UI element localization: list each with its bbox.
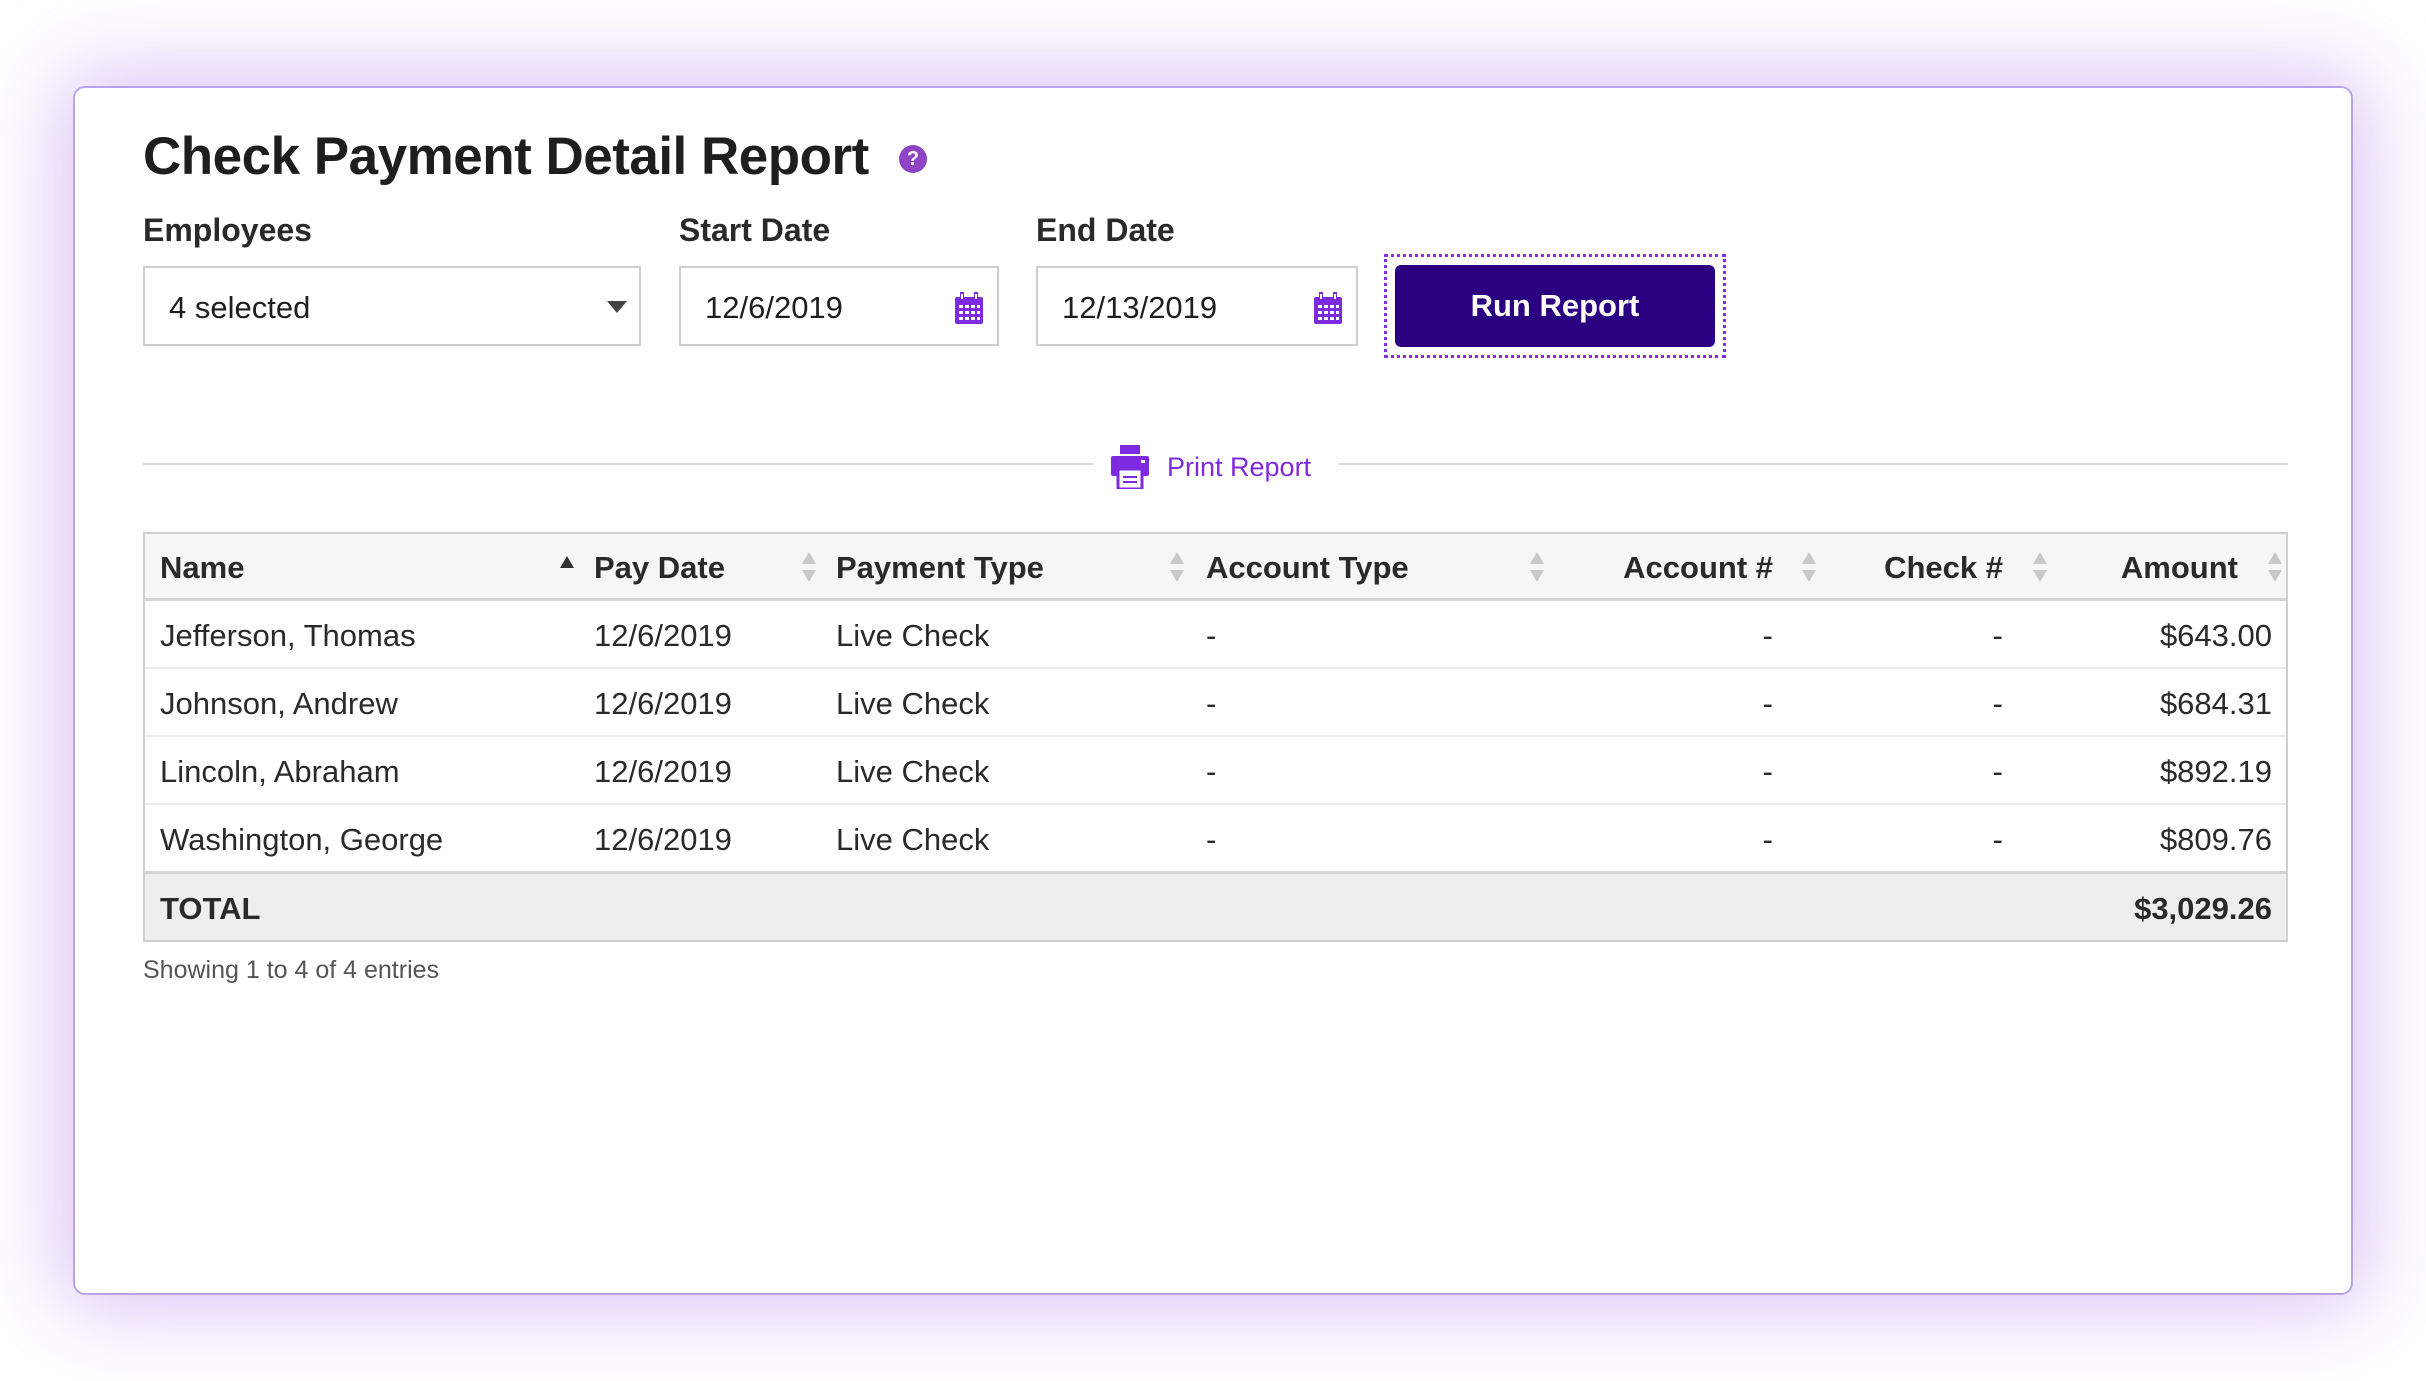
total-amount: $3,029.26 — [2134, 891, 2272, 926]
employees-select[interactable]: 4 selected — [143, 266, 641, 346]
cell-check-number: - — [1992, 822, 2003, 857]
calendar-icon[interactable] — [955, 292, 983, 324]
cell-amount: $684.31 — [2159, 686, 2272, 721]
question-circle-icon[interactable]: ? — [899, 145, 927, 173]
table-row: Washington, George 12/6/2019 Live Check … — [145, 805, 2286, 874]
column-header-account-type[interactable]: Account Type — [1206, 550, 1409, 586]
end-date-label: End Date — [1036, 212, 1175, 248]
divider-left — [143, 463, 1093, 465]
cell-check-number: - — [1992, 686, 2003, 721]
cell-name: Washington, George — [160, 822, 444, 857]
cell-account-number: - — [1762, 618, 1773, 653]
sort-icon[interactable] — [1802, 552, 1816, 582]
sort-icon[interactable] — [2268, 552, 2282, 582]
column-header-name[interactable]: Name — [160, 550, 244, 586]
cell-name: Johnson, Andrew — [160, 686, 398, 721]
cell-pay-date: 12/6/2019 — [594, 822, 732, 857]
sort-icon[interactable] — [2033, 552, 2047, 582]
start-date-value: 12/6/2019 — [705, 290, 843, 325]
cell-amount: $809.76 — [2159, 822, 2272, 857]
printer-icon — [1111, 445, 1149, 489]
cell-pay-date: 12/6/2019 — [594, 686, 732, 721]
cell-payment-type: Live Check — [836, 686, 990, 721]
cell-account-type: - — [1206, 686, 1217, 721]
table-row: Lincoln, Abraham 12/6/2019 Live Check - … — [145, 737, 2286, 805]
start-date-input[interactable]: 12/6/2019 — [679, 266, 999, 346]
report-table: Name Pay Date Payment Type Account Type … — [143, 532, 2288, 942]
cell-account-type: - — [1206, 822, 1217, 857]
page-title: Check Payment Detail Report — [143, 127, 869, 186]
run-report-button[interactable]: Run Report — [1395, 265, 1715, 347]
table-row: Jefferson, Thomas 12/6/2019 Live Check -… — [145, 601, 2286, 669]
table-total-row: TOTAL $3,029.26 — [145, 874, 2286, 940]
employees-label: Employees — [143, 212, 312, 248]
cell-account-number: - — [1762, 822, 1773, 857]
calendar-icon[interactable] — [1314, 292, 1342, 324]
total-label: TOTAL — [160, 891, 261, 926]
cell-payment-type: Live Check — [836, 618, 990, 653]
cell-account-number: - — [1762, 686, 1773, 721]
print-report-link[interactable]: Print Report — [1111, 443, 1311, 491]
sort-icon[interactable] — [1530, 552, 1544, 582]
cell-account-type: - — [1206, 618, 1217, 653]
column-header-check-number[interactable]: Check # — [1884, 550, 2003, 586]
cell-payment-type: Live Check — [836, 822, 990, 857]
column-header-payment-type[interactable]: Payment Type — [836, 550, 1044, 586]
entries-count: Showing 1 to 4 of 4 entries — [143, 956, 440, 984]
end-date-input[interactable]: 12/13/2019 — [1036, 266, 1358, 346]
sort-icon[interactable] — [1170, 552, 1184, 582]
cell-pay-date: 12/6/2019 — [594, 754, 732, 789]
cell-account-number: - — [1762, 754, 1773, 789]
employees-select-value: 4 selected — [169, 290, 311, 325]
divider-right — [1339, 463, 2288, 465]
column-header-pay-date[interactable]: Pay Date — [594, 550, 725, 586]
chevron-down-icon — [607, 301, 627, 313]
cell-check-number: - — [1992, 754, 2003, 789]
column-header-amount[interactable]: Amount — [2121, 550, 2238, 586]
cell-payment-type: Live Check — [836, 754, 990, 789]
cell-pay-date: 12/6/2019 — [594, 618, 732, 653]
table-row: Johnson, Andrew 12/6/2019 Live Check - -… — [145, 669, 2286, 737]
cell-check-number: - — [1992, 618, 2003, 653]
cell-name: Lincoln, Abraham — [160, 754, 400, 789]
print-report-label: Print Report — [1167, 451, 1312, 482]
table-header: Name Pay Date Payment Type Account Type … — [145, 534, 2286, 601]
cell-account-type: - — [1206, 754, 1217, 789]
cell-amount: $892.19 — [2159, 754, 2272, 789]
cell-name: Jefferson, Thomas — [160, 618, 416, 653]
sort-ascending-icon[interactable] — [560, 552, 574, 582]
report-card: Check Payment Detail Report ? Employees … — [73, 86, 2353, 1295]
cell-amount: $643.00 — [2159, 618, 2272, 653]
sort-icon[interactable] — [802, 552, 816, 582]
column-header-account-number[interactable]: Account # — [1623, 550, 1773, 586]
end-date-value: 12/13/2019 — [1062, 290, 1218, 325]
start-date-label: Start Date — [679, 212, 831, 248]
